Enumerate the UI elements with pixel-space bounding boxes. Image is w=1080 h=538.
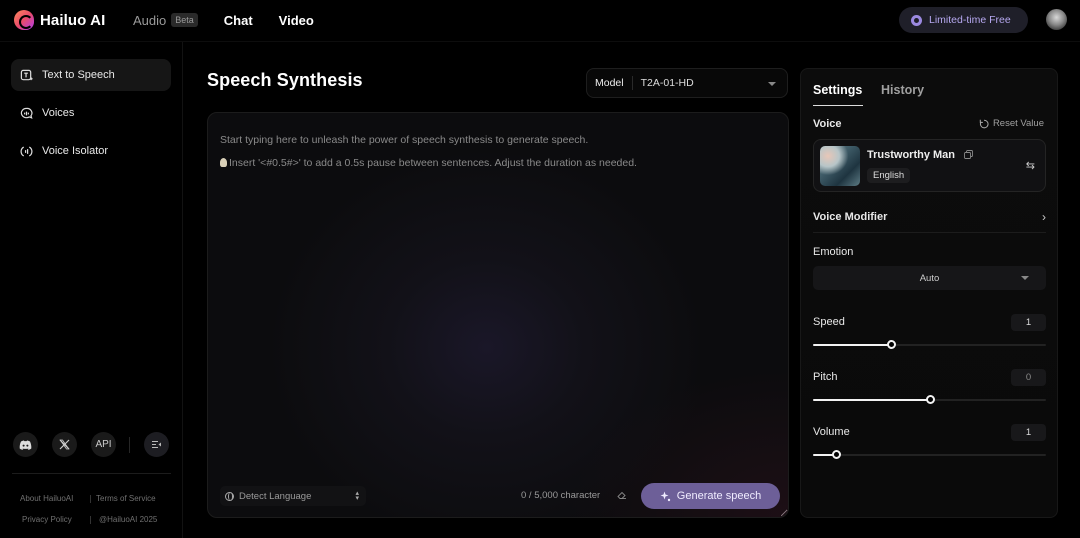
model-value: T2A-01-HD [640,77,694,89]
slider-thumb[interactable] [886,340,896,349]
slider-thumb[interactable] [925,395,935,404]
placeholder-line: Start typing here to unleash the power o… [220,134,589,146]
about-link[interactable]: About HailuoAI [20,494,73,503]
generate-speech-button[interactable]: Generate speech [641,483,780,509]
api-label: API [95,439,112,450]
character-count: 0 / 5,000 character [521,490,601,501]
language-select-value: Detect Language [239,490,312,502]
pitch-label: Pitch [813,371,838,383]
hailuo-logo-icon [14,10,34,30]
active-tab-indicator [813,105,863,106]
swap-voice-icon[interactable]: ⇆ [1026,159,1035,172]
volume-label: Volume [813,426,850,438]
tab-history[interactable]: History [881,83,924,97]
sidebar-item-label: Voices [42,107,75,119]
emotion-select[interactable]: Auto [813,266,1046,290]
privacy-link[interactable]: Privacy Policy [22,515,72,524]
chevron-down-icon [1021,276,1029,280]
sidebar-item-label: Voice Isolator [42,145,109,157]
text-to-speech-icon [20,69,33,82]
promo-label: Limited-time Free [929,14,1011,26]
divider [129,437,130,453]
model-select[interactable]: Model T2A-01-HD [586,68,788,98]
text-editor: Start typing here to unleash the power o… [207,112,789,518]
volume-value-input[interactable]: 1 [1011,424,1046,441]
beta-badge: Beta [171,13,198,27]
divider [90,516,91,524]
chevron-right-icon: › [1042,209,1046,224]
voice-isolator-icon [20,145,33,158]
logo[interactable]: Hailuo AI [14,10,105,30]
x-icon [59,439,70,450]
api-link[interactable]: API [91,432,116,457]
logo-text: Hailuo AI [40,11,106,29]
placeholder-hint: Insert '<#0.5#>' to add a 0.5s pause bet… [220,152,637,175]
sidebar-item-label: Text to Speech [42,69,115,81]
reset-icon [979,119,989,128]
discord-icon [19,440,32,450]
reset-value-button[interactable]: Reset Value [979,118,1044,129]
chevron-down-icon [768,82,776,86]
globe-icon [225,491,234,501]
pitch-slider[interactable] [813,395,1046,405]
editor-placeholder: Start typing here to unleash the power o… [220,129,637,175]
pitch-value-input[interactable]: 0 [1011,369,1046,386]
eraser-icon[interactable] [617,490,627,500]
slider-thumb[interactable] [832,450,842,459]
emotion-value: Auto [919,272,940,284]
divider [12,473,171,474]
voice-modifier-label: Voice Modifier [813,210,888,223]
reset-value-label: Reset Value [992,118,1044,129]
discord-button[interactable] [13,432,38,457]
slider-track [813,454,1046,456]
top-nav: Audio Beta Chat Video [133,0,340,40]
sparkle-icon [660,491,670,501]
nav-audio[interactable]: Audio Beta [133,13,198,28]
copy-icon[interactable] [964,150,973,159]
copyright-text: @HailuoAI 2025 [99,515,158,524]
speed-value-input[interactable]: 1 [1011,314,1046,331]
lightbulb-icon [220,158,227,167]
voice-language-tag: English [867,168,911,183]
user-avatar[interactable] [1046,9,1067,30]
speed-label: Speed [813,316,845,328]
slider-fill [813,344,891,346]
voice-thumbnail [820,146,860,186]
voice-name: Trustworthy Man [867,149,956,161]
emotion-label: Emotion [813,246,854,258]
model-label: Model [595,76,633,90]
voice-card[interactable]: Trustworthy Man English ⇆ [813,139,1046,192]
nav-audio-label: Audio [133,12,167,28]
top-bar: Hailuo AI Audio Beta Chat Video Limited-… [0,0,1080,42]
slider-fill [813,399,930,401]
promo-icon [911,14,922,26]
page-title: Speech Synthesis [207,70,363,90]
speed-slider[interactable] [813,340,1046,350]
divider [90,495,91,503]
settings-panel: Settings History Voice Reset Value Trust… [800,68,1058,518]
volume-slider[interactable] [813,450,1046,460]
tab-settings[interactable]: Settings [813,83,862,97]
generate-speech-label: Generate speech [676,490,762,502]
voice-modifier-row[interactable]: Voice Modifier › [813,201,1046,233]
sidebar-item-voices[interactable]: Voices [11,97,171,129]
sidebar: Text to Speech Voices Voice Isolator API… [0,42,183,538]
limited-time-free-button[interactable]: Limited-time Free [899,7,1028,33]
x-button[interactable] [52,432,77,457]
collapse-sidebar-button[interactable] [144,432,169,457]
collapse-sidebar-icon [152,441,161,448]
sidebar-item-text-to-speech[interactable]: Text to Speech [11,59,171,91]
select-arrows-icon: ▴ ▾ [355,490,359,502]
language-select[interactable]: Detect Language ▴ ▾ [220,486,366,506]
voice-label: Voice [813,118,842,130]
nav-video[interactable]: Video [279,13,314,28]
hint-text: Insert '<#0.5#>' to add a 0.5s pause bet… [229,157,637,169]
voices-icon [20,107,33,120]
terms-link[interactable]: Terms of Service [96,494,156,503]
nav-chat[interactable]: Chat [224,13,253,28]
sidebar-item-voice-isolator[interactable]: Voice Isolator [11,135,171,167]
